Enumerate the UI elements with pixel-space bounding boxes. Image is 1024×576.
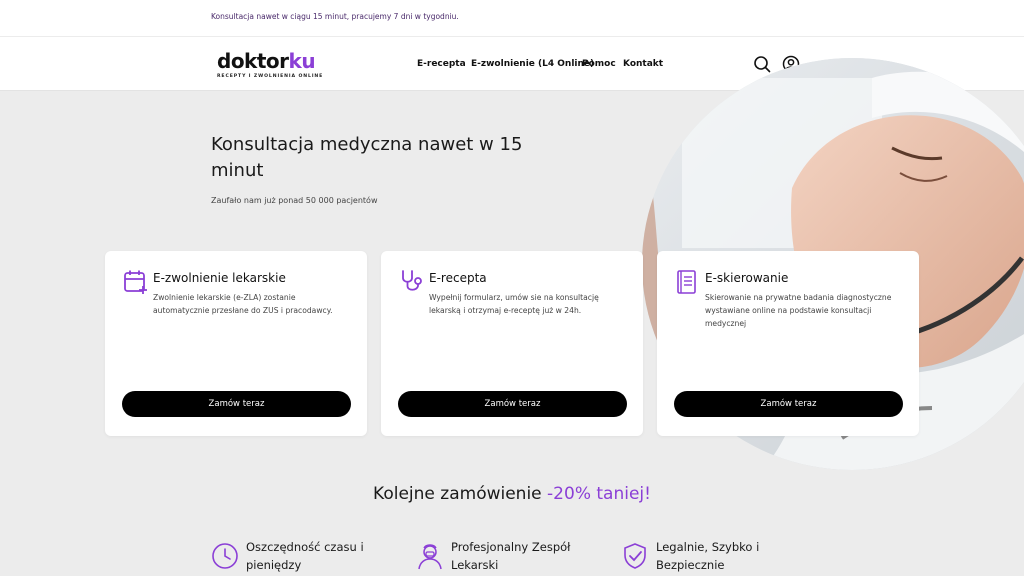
logo-wordmark-b: ku (288, 49, 316, 73)
feature-line-2: Lekarski (451, 558, 499, 572)
service-card-e-zwolnienie: E-zwolnienie lekarskie Zwolnienie lekars… (105, 251, 367, 436)
order-now-button[interactable]: Zamów teraz (398, 391, 627, 417)
card-title: E-zwolnienie lekarskie (153, 271, 286, 285)
shield-check-icon (624, 543, 646, 569)
promo-text: Kolejne zamówienie (373, 484, 548, 504)
stethoscope-icon (402, 270, 422, 291)
logo-tagline: RECEPTY I ZWOLNIENIA ONLINE (217, 74, 324, 79)
feature-line-2: pieniędzy (246, 558, 302, 572)
card-description: Skierowanie na prywatne badania diagnost… (705, 293, 892, 328)
search-icon[interactable] (753, 55, 771, 73)
announcement-text: Konsultacja nawet w ciągu 15 minut, prac… (211, 12, 459, 21)
card-title: E-recepta (429, 271, 487, 285)
hero-subtitle: Zaufało nam już ponad 50 000 pacjentów (211, 196, 378, 205)
feature-label: Oszczędność czasu i pieniędzy (246, 538, 364, 574)
order-now-button[interactable]: Zamów teraz (674, 391, 903, 417)
announcement-bar: Konsultacja nawet w ciągu 15 minut, prac… (0, 0, 1024, 37)
service-card-e-recepta: E-recepta Wypełnij formularz, umów sie n… (381, 251, 643, 436)
nav-item-pomoc[interactable]: Pomoc (582, 59, 616, 69)
hero-title: Konsultacja medyczna nawet w 15 minut (211, 134, 523, 181)
card-title: E-skierowanie (705, 271, 789, 285)
feature-label: Legalnie, Szybko i Bezpiecznie (656, 538, 759, 574)
promo-heading: Kolejne zamówienie -20% taniej! (0, 484, 1024, 504)
card-description: Wypełnij formularz, umów sie na konsulta… (429, 293, 599, 315)
document-icon (677, 270, 696, 294)
clock-icon (212, 543, 238, 569)
logo[interactable]: doktorku RECEPTY I ZWOLNIENIA ONLINE (217, 51, 323, 79)
logo-wordmark-a: doktor (217, 49, 289, 73)
feature-line-2: Bezpiecznie (656, 558, 725, 572)
nav-item-kontakt[interactable]: Kontakt (623, 59, 663, 69)
feature-line-1: Profesjonalny Zespół (451, 540, 571, 554)
nav-item-e-zwolnienie[interactable]: E-zwolnienie (L4 Online) (471, 59, 594, 69)
calendar-plus-icon (124, 270, 147, 294)
order-now-button[interactable]: Zamów teraz (122, 391, 351, 417)
promo-highlight: -20% taniej! (547, 484, 651, 504)
feature-label: Profesjonalny Zespół Lekarski (451, 538, 570, 574)
card-description: Zwolnienie lekarskie (e-ZLA) zostanie au… (153, 293, 333, 315)
service-card-e-skierowanie: E-skierowanie Skierowanie na prywatne ba… (657, 251, 919, 436)
feature-line-1: Legalnie, Szybko i (656, 540, 760, 554)
feature-line-1: Oszczędność czasu i (246, 540, 364, 554)
nav-item-e-recepta[interactable]: E-recepta (417, 59, 466, 69)
doctor-icon (418, 544, 442, 570)
logo-wordmark: doktorku (217, 51, 323, 71)
